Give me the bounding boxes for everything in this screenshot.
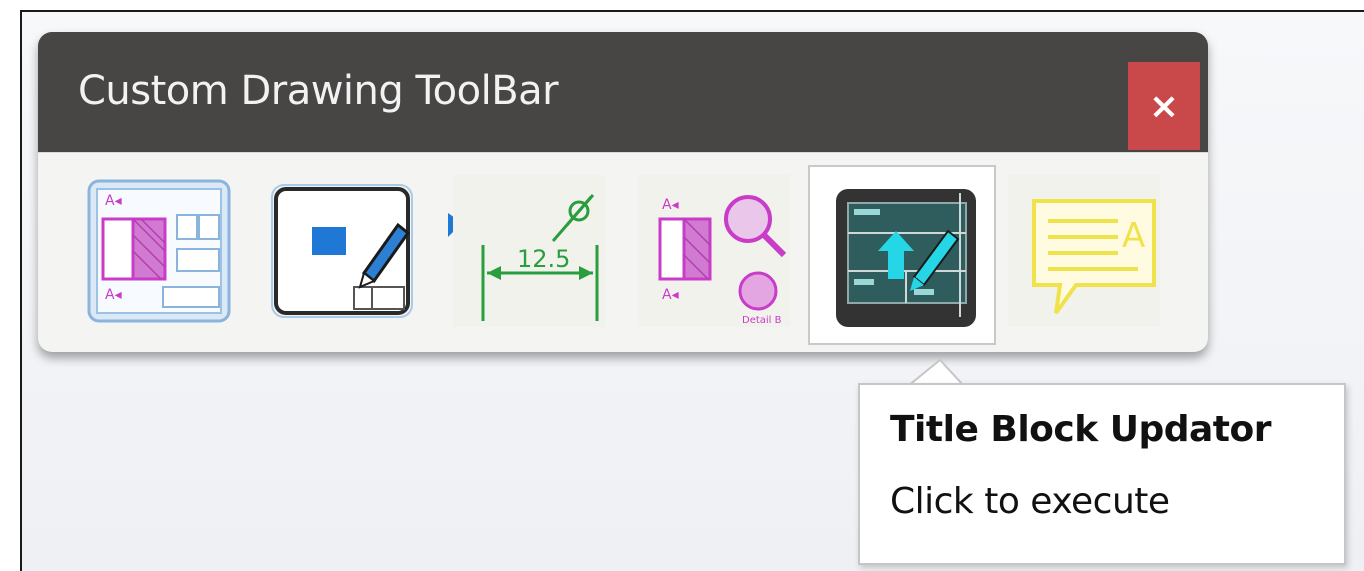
svg-text:A◂: A◂ [105,287,122,303]
dimension-icon: 12.5 [453,175,605,327]
tooltip-title: Title Block Updator [890,409,1271,450]
detail-view-icon: A◂ A◂ Detail B [638,175,790,327]
edit-sheet-button[interactable] [268,175,420,327]
svg-text:A◂: A◂ [662,197,679,213]
toolbar-title: Custom Drawing ToolBar [78,68,559,114]
svg-text:Detail B: Detail B [742,315,782,326]
note-annotation-button[interactable]: A [1008,175,1160,327]
close-button[interactable]: × [1128,62,1200,150]
tooltip: Title Block Updator Click to execute [858,383,1346,565]
close-icon: × [1148,85,1180,127]
svg-text:A: A [1122,216,1145,256]
custom-drawing-toolbar: Custom Drawing ToolBar × A◂ A◂ 12.5 A◂ A… [38,32,1208,352]
section-view-button[interactable]: A◂ A◂ [83,175,235,327]
svg-text:A◂: A◂ [662,287,679,303]
dimension-value: 12.5 [517,245,570,273]
tooltip-subtitle: Click to execute [890,481,1170,522]
detail-view-button[interactable]: A◂ A◂ Detail B [638,175,790,327]
toolbar-tools: A◂ A◂ 12.5 A◂ A◂ Detail B A [38,152,1208,352]
edit-sheet-icon [271,184,413,318]
note-annotation-icon: A [1008,175,1160,327]
svg-text:A◂: A◂ [105,193,122,209]
toolbar-titlebar[interactable]: Custom Drawing ToolBar × [38,32,1208,152]
title-block-updator-button[interactable] [808,165,996,345]
title-block-updator-icon [836,189,976,327]
dimension-button[interactable]: 12.5 [453,175,605,327]
section-view-icon: A◂ A◂ [87,179,231,323]
